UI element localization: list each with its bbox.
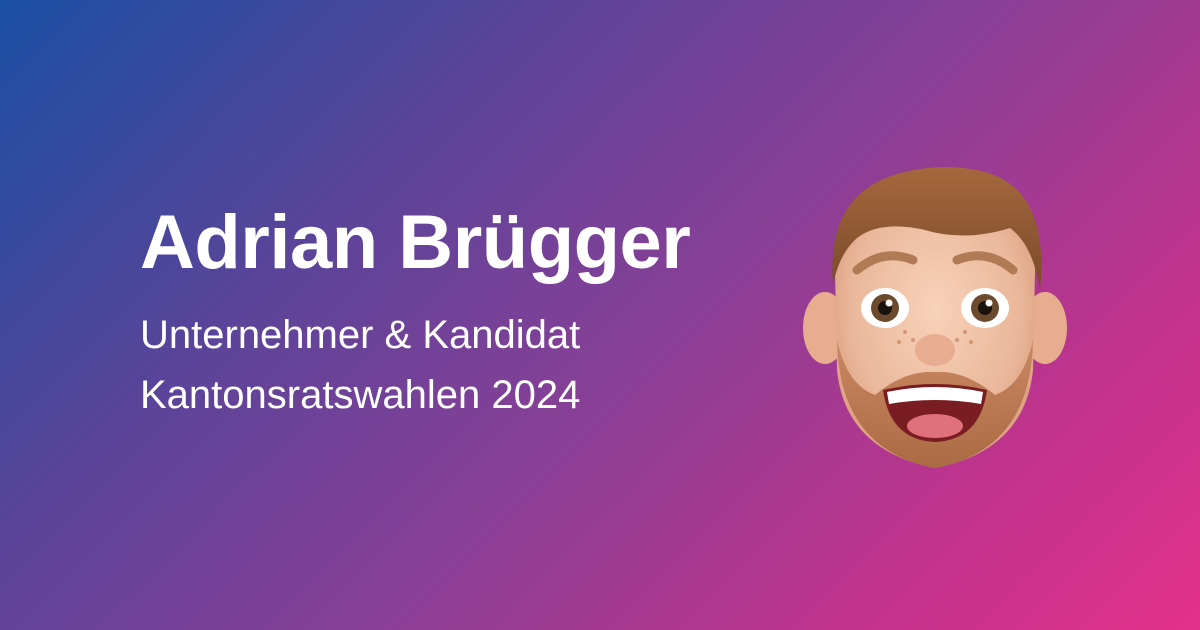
text-block: Adrian Brügger Unternehmer & Kandidat Ka…	[140, 205, 800, 425]
subtitle-line-1: Unternehmer & Kandidat	[140, 313, 581, 357]
tongue	[907, 414, 963, 438]
memoji-avatar-icon	[803, 167, 1067, 468]
subtitle-line-2: Kantonsratswahlen 2024	[140, 373, 581, 417]
social-card: Adrian Brügger Unternehmer & Kandidat Ka…	[0, 0, 1200, 630]
nose	[915, 334, 955, 366]
person-name: Adrian Brügger	[140, 200, 691, 285]
